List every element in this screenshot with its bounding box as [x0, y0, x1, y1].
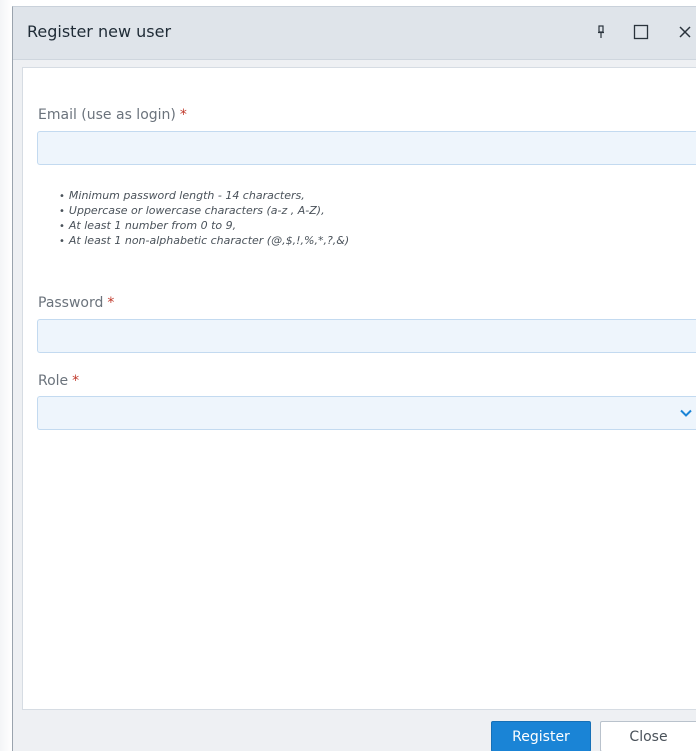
email-required-mark: *: [179, 107, 187, 123]
email-label: Email (use as login) *: [38, 107, 187, 123]
password-field[interactable]: [37, 319, 696, 353]
password-rule-item: Uppercase or lowercase characters (a-z ,…: [59, 204, 349, 219]
password-label-text: Password: [38, 295, 104, 311]
close-icon[interactable]: [674, 21, 696, 43]
screen: Register new user Email (use as login) *…: [0, 0, 696, 751]
password-rule-item: At least 1 non-alphabetic character (@,$…: [59, 234, 349, 249]
register-button[interactable]: Register: [491, 721, 591, 751]
password-rules-list: Minimum password length - 14 characters,…: [59, 189, 349, 249]
maximize-icon[interactable]: [630, 21, 652, 43]
form-body: Email (use as login)* Minimum password l…: [22, 67, 696, 710]
background-edge: [0, 0, 12, 751]
role-label-text: Role: [38, 373, 69, 389]
dialog-footer: Register Close: [13, 710, 696, 751]
dialog-title: Register new user: [27, 22, 172, 41]
role-select[interactable]: [37, 396, 696, 430]
role-required-mark: *: [72, 373, 80, 389]
dialog-titlebar[interactable]: Register new user: [13, 7, 696, 60]
register-user-dialog: Register new user Email (use as login) *…: [12, 6, 696, 751]
password-label: Password *: [38, 295, 114, 311]
password-required-mark: *: [107, 295, 115, 311]
email-label-text: Email (use as login): [38, 107, 176, 123]
email-field[interactable]: [37, 131, 696, 165]
chevron-down-icon[interactable]: [679, 406, 693, 420]
close-button[interactable]: Close: [600, 721, 696, 751]
password-rule-item: Minimum password length - 14 characters,: [59, 189, 349, 204]
password-rule-item: At least 1 number from 0 to 9,: [59, 219, 349, 234]
role-label: Role *: [38, 373, 79, 389]
pin-icon[interactable]: [593, 21, 609, 43]
